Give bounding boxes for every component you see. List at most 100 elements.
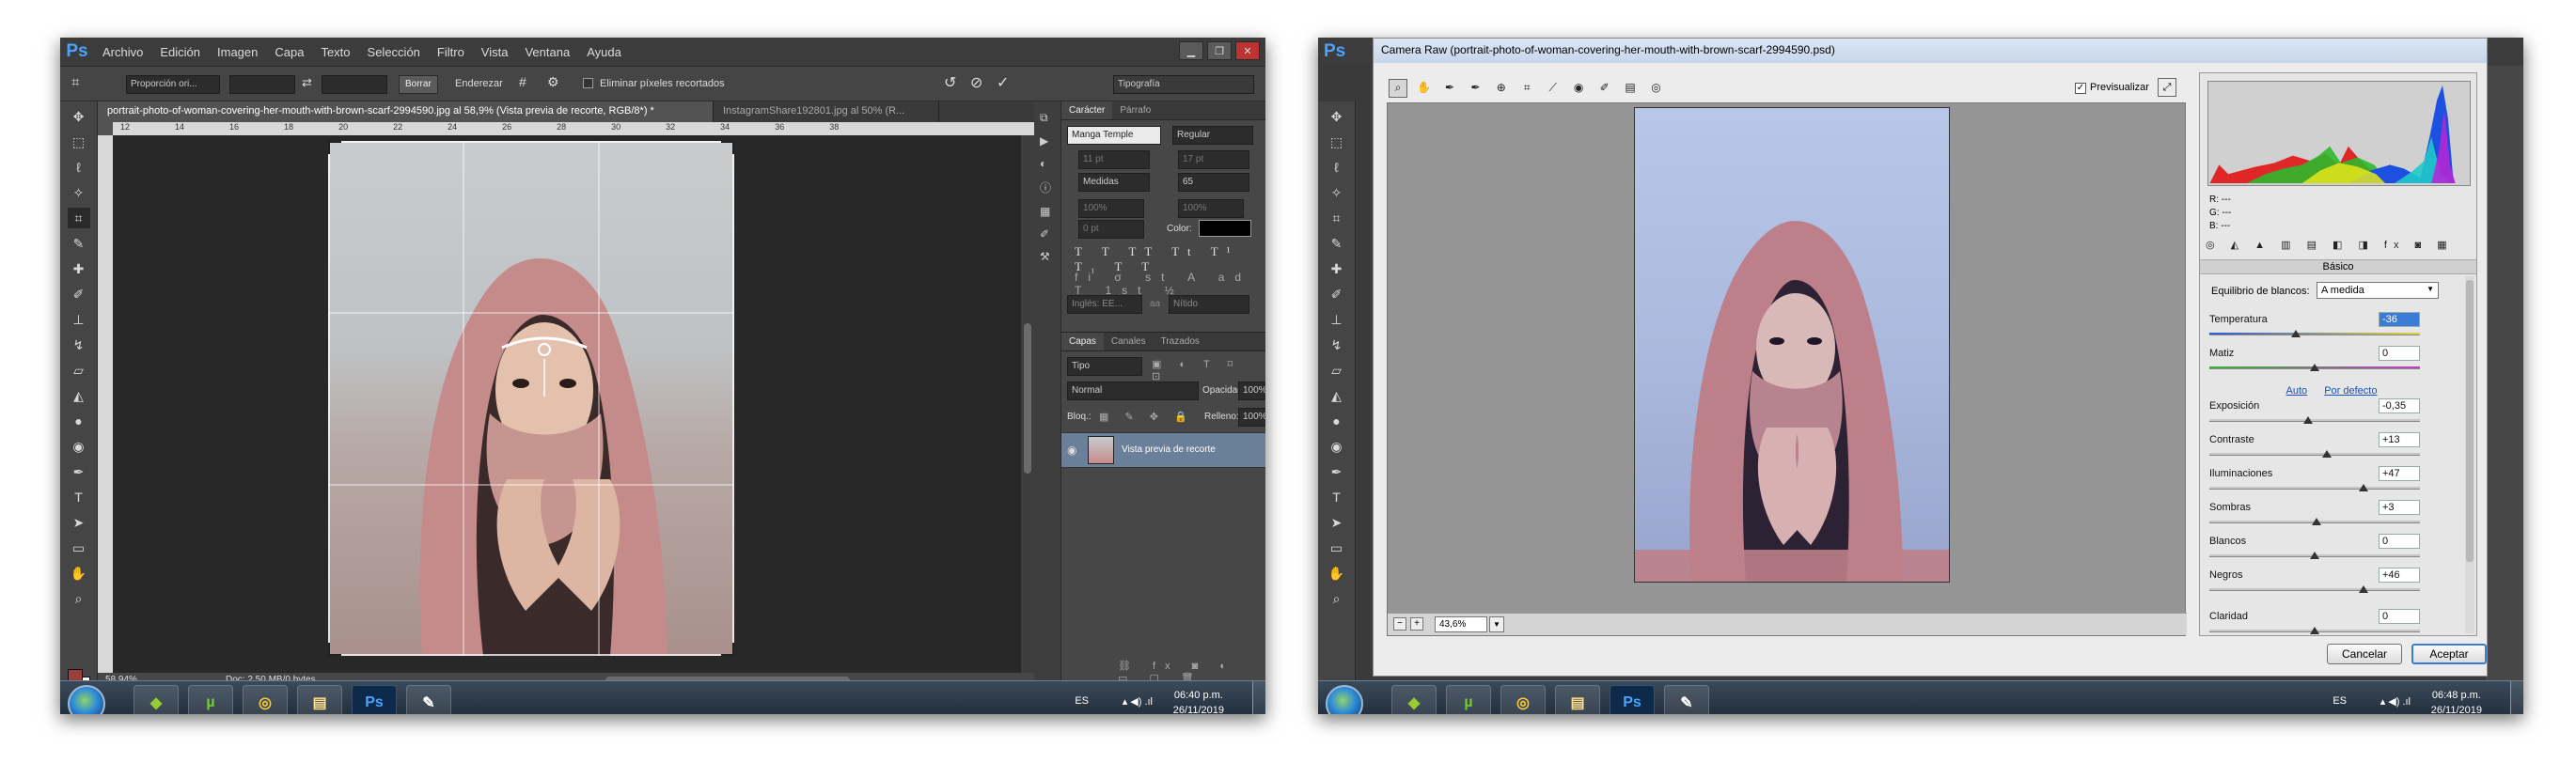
color-sampler-icon[interactable]: ✒ [1466,78,1484,97]
camera-raw-preview-photo[interactable] [1634,107,1950,583]
layer-filter-icons[interactable]: ▣ ◐ T ⌑ ⊡ [1152,358,1265,382]
language-indicator[interactable]: ES [1075,695,1089,707]
text-tool-icon[interactable]: T [68,487,90,507]
hand-tool-icon[interactable]: ✋ [68,563,90,584]
font-style-select[interactable]: Regular [1172,126,1253,145]
slider-handle[interactable] [2310,552,2319,559]
path-select-icon[interactable]: ➤ [68,512,90,533]
tab-caracter[interactable]: Carácter [1061,101,1113,119]
tab-portrait[interactable]: portrait-photo-of-woman-covering-her-mou… [98,101,714,122]
cancel-button[interactable]: Cancelar [2327,644,2402,664]
cancel-icon[interactable]: ⊘ [970,73,982,92]
graduated-filter-icon[interactable]: ▤ [1621,78,1640,97]
blend-mode-select[interactable]: Normal [1067,382,1199,400]
menu-capa[interactable]: Capa [266,45,312,59]
swap-icon[interactable]: ⇄ [302,75,312,90]
ratio-select[interactable]: Proporción ori... [126,75,220,94]
zoom-in-button[interactable]: + [1410,617,1423,631]
chrome-icon[interactable]: ◎ [243,685,288,714]
font-family-select[interactable]: Manga Temple [1067,126,1161,145]
white-balance-icon[interactable]: ✒ [1440,78,1459,97]
fullscreen-icon[interactable]: ⤢ [2158,78,2176,97]
taskbar-app-icon[interactable]: ◆ [134,685,179,714]
zoom-level-select[interactable]: 43,6% [1435,616,1487,632]
tab-canales[interactable]: Canales [1104,333,1154,350]
slider-value-input[interactable]: 0 [2379,346,2420,361]
red-eye-icon[interactable]: ◉ [1569,78,1588,97]
menu-seleccion[interactable]: Selección [359,45,429,59]
layer-filter-select[interactable]: Tipo [1067,357,1142,376]
workspace-select[interactable]: Tipografía [1113,75,1254,94]
preview-checkbox[interactable]: ✓ [2075,83,2086,94]
paint-icon[interactable]: ✎ [1664,685,1709,714]
slider-handle[interactable] [2358,484,2368,491]
language-indicator[interactable]: ES [2333,695,2347,707]
lock-icons[interactable]: ▦ ✎ ✥ 🔒 [1099,411,1194,423]
tracking-input[interactable]: 65 [1178,173,1249,192]
straighten-label[interactable]: Enderezar [455,78,503,89]
auto-link[interactable]: Auto [2286,385,2308,397]
slider-value-input[interactable]: +13 [2379,432,2420,447]
tray-icons[interactable]: ▴ ◀) .ıl [1123,695,1153,708]
menu-vista[interactable]: Vista [473,45,517,59]
marquee-tool-icon[interactable]: ⬚ [68,132,90,152]
blur-icon[interactable]: ● [68,411,90,431]
slider-track[interactable] [2209,453,2420,456]
slider-value-input[interactable]: -36 [2379,312,2420,327]
opentype-buttons[interactable]: fi σ st A ad T 1st ½ [1075,271,1265,297]
delete-cropped-checkbox[interactable] [583,78,593,88]
zoom-out-button[interactable]: − [1393,617,1406,631]
utorrent-icon[interactable]: µ [188,685,233,714]
swatches-panel-icon[interactable]: ▦ [1040,205,1055,218]
tray-icons[interactable]: ▴ ◀) .ıl [2380,695,2411,708]
vertical-scrollbar[interactable] [1021,135,1034,673]
text-color-swatch[interactable] [1199,220,1251,237]
slider-handle[interactable] [2310,364,2319,371]
paint-icon[interactable]: ✎ [406,685,451,714]
menu-archivo[interactable]: Archivo [94,45,151,59]
straighten-icon[interactable]: ⟋ [1544,79,1563,98]
slider-value-input[interactable]: +47 [2379,466,2420,481]
chrome-icon[interactable]: ◎ [1500,685,1546,714]
tool-presets-icon[interactable]: ⚒ [1040,250,1055,263]
gear-icon[interactable]: ⚙ [547,74,559,90]
slider-handle[interactable] [2358,585,2368,593]
explorer-icon[interactable]: ▤ [1555,685,1600,714]
height-input[interactable] [322,75,387,94]
adjustment-brush-icon[interactable]: ✐ [1595,78,1614,97]
clear-button[interactable]: Borrar [399,75,438,94]
show-desktop-button[interactable] [1252,681,1265,714]
fill-input[interactable]: 100% [1238,408,1265,427]
move-tool-icon[interactable]: ✥ [68,106,90,127]
language-select[interactable]: Inglés: EE... [1067,295,1142,314]
slider-value-input[interactable]: 0 [2379,534,2420,549]
slider-handle[interactable] [2310,627,2319,634]
system-clock[interactable]: 06:48 p.m. 26/11/2019 [2431,688,2482,714]
menu-texto[interactable]: Texto [312,45,358,59]
commit-icon[interactable]: ✓ [997,73,1009,92]
crop-tool-icon[interactable]: ⌗ [67,208,90,228]
menu-imagen[interactable]: Imagen [209,45,266,59]
stamp-icon[interactable]: ⊥ [68,309,90,330]
antialias-select[interactable]: Nítido [1169,295,1249,314]
show-desktop-button[interactable] [2510,681,2523,714]
healing-icon[interactable]: ✚ [68,258,90,279]
dodge-icon[interactable]: ◉ [68,436,90,457]
shape-icon[interactable]: ▭ [68,537,90,558]
slider-track[interactable] [2209,487,2420,490]
lasso-tool-icon[interactable]: ℓ [68,157,90,178]
tab-parrafo[interactable]: Párrafo [1112,101,1158,119]
slider-value-input[interactable]: -0,35 [2379,398,2420,413]
magic-wand-icon[interactable]: ✧ [68,182,90,203]
rotate-icon[interactable]: ↺ [944,73,956,92]
radial-filter-icon[interactable]: ◎ [1647,78,1666,97]
zoom-tool-icon[interactable]: ⌕ [1389,78,1407,98]
history-brush-icon[interactable]: ↯ [68,335,90,355]
slider-handle[interactable] [2322,450,2333,458]
explorer-icon[interactable]: ▤ [297,685,342,714]
panel-scrollbar[interactable] [2465,276,2474,633]
adjustments-panel-icon[interactable]: ◐ [1040,157,1055,170]
menu-ayuda[interactable]: Ayuda [578,45,630,59]
photoshop-taskbar-icon[interactable]: Ps [1610,685,1655,714]
white-balance-select[interactable]: A medida ▼ [2317,282,2439,299]
